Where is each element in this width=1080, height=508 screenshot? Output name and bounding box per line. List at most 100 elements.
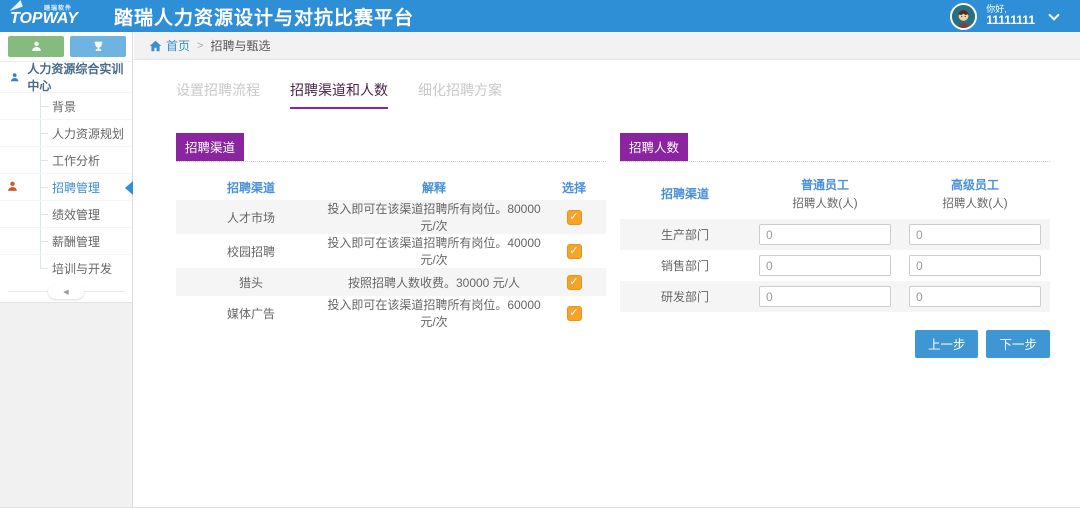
tab-channels-headcount[interactable]: 招聘渠道和人数	[290, 80, 388, 109]
channel-name: 人才市场	[176, 200, 326, 234]
sidebar-item-label: 招聘管理	[52, 179, 100, 196]
headcount-panel-title: 招聘人数	[620, 133, 688, 161]
sidebar-item-label: 工作分析	[52, 152, 100, 169]
breadcrumb: 首页 > 招聘与甄选	[134, 32, 1080, 60]
competition-button[interactable]	[70, 36, 126, 57]
brand-logo[interactable]: 踏瑞软件 TOPWAY	[0, 0, 100, 32]
channel-checkbox[interactable]: ✓	[567, 210, 582, 225]
user-icon	[9, 71, 20, 84]
next-step-button[interactable]: 下一步	[986, 330, 1050, 358]
sidebar-item-label: 薪酬管理	[52, 233, 100, 250]
channels-panel: 招聘渠道 招聘渠道 解释 选择 人才市场	[176, 133, 606, 358]
column-header-channel: 招聘渠道	[620, 170, 750, 219]
column-header-normal-staff: 普通员工 招聘人数(人)	[750, 170, 900, 219]
sidebar-collapse-row: ◀	[0, 281, 132, 303]
channel-checkbox[interactable]: ✓	[567, 275, 582, 290]
user-menu[interactable]: 你好, 11111111	[950, 3, 1080, 30]
channel-checkbox[interactable]: ✓	[567, 244, 582, 259]
logo-subtitle: 踏瑞软件	[44, 3, 72, 12]
channel-checkbox[interactable]: ✓	[567, 306, 582, 321]
breadcrumb-separator: >	[197, 40, 203, 52]
sidebar-item-label: 培训与开发	[52, 260, 112, 277]
sidebar-root-label: 人力资源综合实训中心	[27, 60, 132, 94]
table-row: 校园招聘 投入即可在该渠道招聘所有岗位。40000 元/次 ✓	[176, 234, 606, 268]
trophy-icon	[92, 40, 105, 53]
check-icon: ✓	[569, 308, 578, 319]
sidebar-item-label: 绩效管理	[52, 206, 100, 223]
sales-normal-count-input[interactable]	[759, 255, 891, 276]
sidebar-item-performance[interactable]: 绩效管理	[0, 200, 132, 227]
collapse-left-icon: ◀	[63, 288, 68, 296]
app-window: 踏瑞软件 TOPWAY 踏瑞人力资源设计与对抗比赛平台 你好, 11111111	[0, 0, 1080, 508]
main-content: 首页 > 招聘与甄选 设置招聘流程 招聘渠道和人数 细化招聘方案 招聘渠道	[134, 32, 1080, 507]
breadcrumb-home-label: 首页	[166, 37, 190, 54]
dept-name: 生产部门	[620, 219, 750, 250]
group-title: 普通员工	[750, 176, 900, 193]
breadcrumb-current: 招聘与甄选	[210, 37, 270, 54]
sidebar-item-recruitment[interactable]: 招聘管理	[0, 173, 132, 200]
channel-desc: 投入即可在该渠道招聘所有岗位。40000 元/次	[326, 234, 542, 268]
channel-name: 媒体广告	[176, 296, 326, 330]
channel-desc: 投入即可在该渠道招聘所有岗位。80000 元/次	[326, 200, 542, 234]
column-header-explain: 解释	[326, 174, 542, 200]
user-greeting: 你好, 11111111	[986, 5, 1035, 27]
sidebar-item-job-analysis[interactable]: 工作分析	[0, 146, 132, 173]
table-row: 媒体广告 投入即可在该渠道招聘所有岗位。60000 元/次 ✓	[176, 296, 606, 330]
table-row: 猎头 按照招聘人数收费。30000 元/人 ✓	[176, 268, 606, 296]
table-row: 人才市场 投入即可在该渠道招聘所有岗位。80000 元/次 ✓	[176, 200, 606, 234]
dept-name: 销售部门	[620, 250, 750, 281]
production-senior-count-input[interactable]	[909, 224, 1041, 245]
training-center-button[interactable]	[8, 36, 64, 57]
column-header-senior-staff: 高级员工 招聘人数(人)	[900, 170, 1050, 219]
channel-desc: 按照招聘人数收费。30000 元/人	[326, 268, 542, 296]
top-header: 踏瑞软件 TOPWAY 踏瑞人力资源设计与对抗比赛平台 你好, 11111111	[0, 0, 1080, 32]
group-subtitle: 招聘人数(人)	[900, 195, 1050, 211]
channel-desc: 投入即可在该渠道招聘所有岗位。60000 元/次	[326, 296, 542, 330]
channels-panel-title: 招聘渠道	[176, 133, 244, 161]
channels-table: 招聘渠道 解释 选择 人才市场 投入即可在该渠道招聘所有岗位。80000 元/次…	[176, 174, 606, 330]
tab-set-process[interactable]: 设置招聘流程	[176, 80, 260, 109]
table-row: 生产部门	[620, 219, 1050, 250]
rd-senior-count-input[interactable]	[909, 286, 1041, 307]
column-header-select: 选择	[542, 174, 606, 200]
step-actions: 上一步 下一步	[620, 330, 1050, 358]
avatar[interactable]	[950, 3, 977, 30]
sidebar-item-training[interactable]: 培训与开发	[0, 254, 132, 281]
prev-step-button[interactable]: 上一步	[915, 330, 979, 358]
sidebar-quick-buttons	[0, 32, 132, 62]
breadcrumb-home[interactable]: 首页	[148, 37, 190, 54]
sidebar-collapse-button[interactable]: ◀	[48, 284, 84, 299]
headcount-panel-header: 招聘人数	[620, 133, 1050, 162]
tab-bar: 设置招聘流程 招聘渠道和人数 细化招聘方案	[176, 80, 1080, 109]
channel-name: 猎头	[176, 268, 326, 296]
headcount-table: 招聘渠道 普通员工 招聘人数(人) 高级员工 招聘人数(人)	[620, 170, 1050, 312]
sidebar-item-label: 背景	[52, 98, 76, 115]
check-icon: ✓	[569, 277, 578, 288]
check-icon: ✓	[569, 212, 578, 223]
page-title: 踏瑞人力资源设计与对抗比赛平台	[114, 3, 414, 30]
group-subtitle: 招聘人数(人)	[750, 195, 900, 211]
tab-refine-plan[interactable]: 细化招聘方案	[418, 80, 502, 109]
home-icon	[148, 39, 163, 53]
sidebar: 人力资源综合实训中心 背景 人力资源规划 工作分析	[0, 32, 133, 507]
sales-senior-count-input[interactable]	[909, 255, 1041, 276]
headcount-panel: 招聘人数 招聘渠道 普通员工 招聘人数(人) 高级员工	[620, 133, 1050, 358]
check-icon: ✓	[569, 246, 578, 257]
sidebar-item-hr-planning[interactable]: 人力资源规划	[0, 119, 132, 146]
channel-name: 校园招聘	[176, 234, 326, 268]
chevron-down-icon[interactable]	[1048, 9, 1059, 20]
table-row: 研发部门	[620, 281, 1050, 312]
active-item-marker-icon	[125, 181, 133, 195]
username: 11111111	[986, 14, 1035, 27]
user-podium-icon	[30, 40, 43, 53]
channels-panel-header: 招聘渠道	[176, 133, 606, 162]
sidebar-item-background[interactable]: 背景	[0, 92, 132, 119]
table-row: 销售部门	[620, 250, 1050, 281]
sidebar-root-training-center[interactable]: 人力资源综合实训中心	[0, 62, 132, 92]
column-header-channel: 招聘渠道	[176, 174, 326, 200]
group-title: 高级员工	[900, 176, 1050, 193]
production-normal-count-input[interactable]	[759, 224, 891, 245]
rd-normal-count-input[interactable]	[759, 286, 891, 307]
logo-brand-text: TOPWAY	[10, 10, 78, 28]
sidebar-item-compensation[interactable]: 薪酬管理	[0, 227, 132, 254]
